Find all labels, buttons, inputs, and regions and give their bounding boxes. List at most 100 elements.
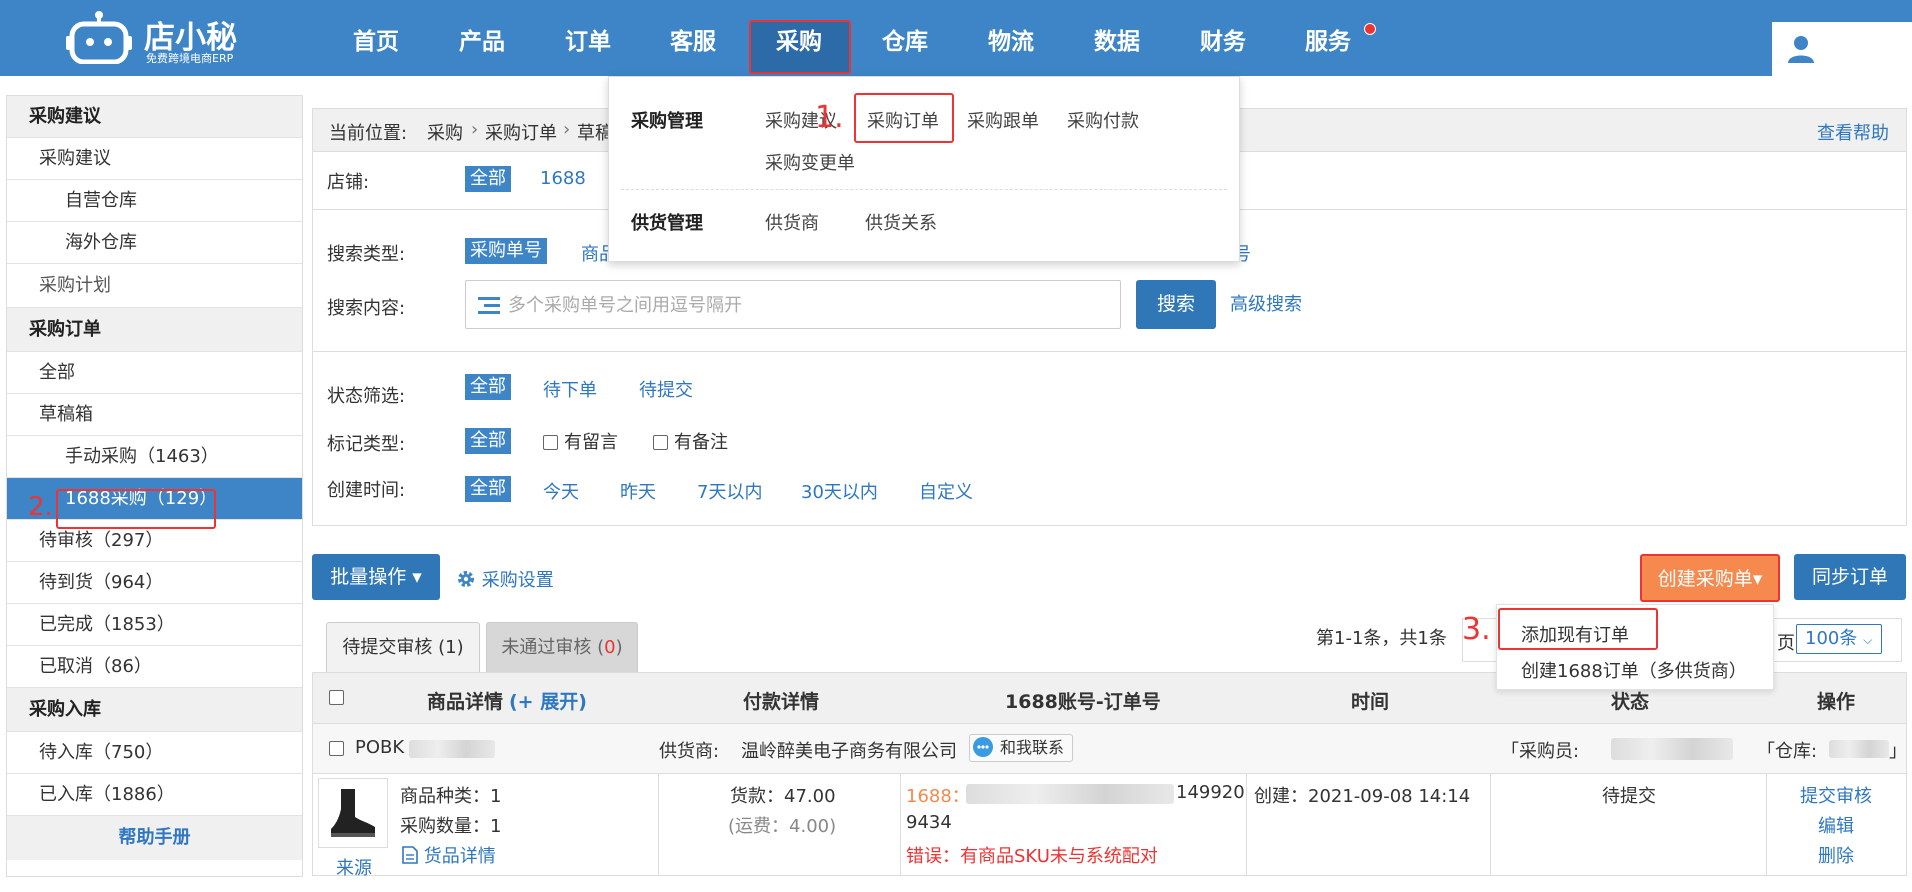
th-goods: 商品详情 (427, 691, 504, 713)
nav-service[interactable]: 客服 (670, 24, 716, 60)
th-account-order: 1688账号-订单号 (1005, 691, 1161, 713)
sidebar-item-to-inbound[interactable]: 待入库（750） (7, 732, 302, 774)
th-operations: 操作 (1817, 691, 1856, 713)
nav-home[interactable]: 首页 (353, 24, 399, 60)
checkbox[interactable] (653, 435, 668, 450)
submenu-create-1688[interactable]: 创建1688订单（多供货商） (1521, 657, 1747, 683)
sidebar: 采购建议 采购建议 自营仓库 海外仓库 采购计划 采购订单 全部 草稿箱 手动采… (6, 95, 303, 877)
order-no-line2: 9434 (906, 812, 952, 833)
delete-link[interactable]: 删除 (1818, 842, 1854, 868)
tab-pending-submit[interactable]: 待提交审核 (1) (326, 622, 480, 672)
sync-orders-button[interactable]: 同步订单 (1794, 554, 1906, 600)
buyer-label: 「采购员: (1501, 741, 1580, 762)
submit-review-link[interactable]: 提交审核 (1800, 782, 1872, 808)
tab-rejected-suffix: ) (615, 637, 623, 658)
search-input[interactable] (508, 291, 1108, 319)
contact-seller-button[interactable]: 和我联系 (969, 734, 1074, 762)
menu-item-payment[interactable]: 采购付款 (1067, 107, 1139, 133)
mark-all-tag[interactable]: 全部 (465, 428, 511, 454)
th-expand-toggle[interactable]: (+ 展开) (509, 687, 587, 714)
sidebar-item-awaiting-arrival[interactable]: 待到货（964） (7, 562, 302, 604)
step1-highlight (854, 93, 954, 143)
advanced-search-link[interactable]: 高级搜索 (1230, 290, 1302, 316)
sidebar-item-plan[interactable]: 采购计划 (7, 264, 302, 308)
edit-link[interactable]: 编辑 (1818, 812, 1854, 838)
sidebar-section-orders[interactable]: 采购订单 (7, 308, 302, 352)
sidebar-section-inbound[interactable]: 采购入库 (7, 688, 302, 732)
nav-purchase[interactable]: 采购 (776, 24, 822, 60)
shop-1688-option[interactable]: 1688 (540, 168, 586, 189)
top-navbar: 店小秘 免费跨境电商ERP 首页 产品 订单 客服 采购 仓库 物流 数据 财务… (0, 0, 1912, 76)
mark-option-remark[interactable]: 有备注 (653, 428, 728, 454)
col-divider (1246, 774, 1247, 876)
blurred-buyer (1611, 738, 1733, 760)
sidebar-item-completed[interactable]: 已完成（1853） (7, 604, 302, 646)
sidebar-item-own-warehouse[interactable]: 自营仓库 (7, 180, 302, 222)
status-option-to-order[interactable]: 待下单 (543, 376, 597, 402)
breadcrumb-sep: › (563, 119, 571, 140)
search-button[interactable]: 搜索 (1136, 280, 1216, 329)
mark-option-message[interactable]: 有留言 (543, 428, 618, 454)
menu-item-supply-relations[interactable]: 供货关系 (865, 209, 937, 235)
time-all-tag[interactable]: 全部 (465, 476, 511, 502)
sidebar-section-suggestion[interactable]: 采购建议 (7, 96, 302, 138)
page-size-select[interactable]: 100条 ⌵ (1796, 624, 1882, 654)
nav-logistics[interactable]: 物流 (988, 24, 1034, 60)
select-all-checkbox[interactable] (329, 690, 344, 705)
goods-detail-link[interactable]: 货品详情 (402, 842, 496, 868)
account-prefix: 1688： (906, 786, 970, 807)
menu-item-follow-up[interactable]: 采购跟单 (967, 107, 1039, 133)
shop-all-tag[interactable]: 全部 (465, 166, 511, 192)
help-manual-link[interactable]: 帮助手册 (7, 816, 302, 860)
nav-services[interactable]: 服务 (1305, 24, 1351, 60)
time-label: 创建时间: (327, 480, 406, 501)
purchase-settings-label: 采购设置 (481, 570, 554, 591)
sidebar-item-drafts[interactable]: 草稿箱 (7, 394, 302, 436)
source-link[interactable]: 来源 (336, 854, 372, 880)
user-menu[interactable] (1772, 22, 1912, 76)
time-option-today[interactable]: 今天 (543, 478, 579, 504)
sidebar-item-manual[interactable]: 手动采购（1463） (7, 436, 302, 478)
create-purchase-order-button[interactable]: 创建采购单▾ (1640, 554, 1780, 602)
menu-item-suppliers[interactable]: 供货商 (765, 209, 819, 235)
sidebar-item-suggestion[interactable]: 采购建议 (7, 138, 302, 180)
sidebar-item-inbounded[interactable]: 已入库（1886） (7, 774, 302, 816)
product-thumbnail[interactable] (318, 778, 388, 848)
breadcrumb-purchase[interactable]: 采购 (427, 119, 463, 145)
sidebar-item-cancelled[interactable]: 已取消（86） (7, 646, 302, 688)
search-type-active-tag[interactable]: 采购单号 (465, 238, 547, 264)
nav-data[interactable]: 数据 (1094, 24, 1140, 60)
status-all-tag[interactable]: 全部 (465, 374, 511, 400)
breadcrumb-orders[interactable]: 采购订单 (485, 119, 557, 145)
time-option-30days[interactable]: 30天以内 (801, 478, 878, 504)
nav-orders[interactable]: 订单 (565, 24, 611, 60)
nav-finance[interactable]: 财务 (1200, 24, 1246, 60)
nav-warehouse[interactable]: 仓库 (882, 24, 928, 60)
breadcrumb-sep: › (471, 119, 479, 140)
sidebar-item-overseas-warehouse[interactable]: 海外仓库 (7, 222, 302, 264)
batch-actions-button[interactable]: 批量操作 ▾ (312, 554, 440, 600)
order-checkbox[interactable] (329, 741, 344, 756)
chevron-down-icon: ⌵ (1863, 633, 1873, 647)
list-lines-icon (478, 297, 500, 314)
tab-rejected[interactable]: 未通过审核 (0) (486, 622, 638, 672)
status-filter-panel: 状态筛选: 全部 待下单 待提交 标记类型: 全部 有留言 有备注 创建时间: … (312, 352, 1907, 526)
status-option-to-submit[interactable]: 待提交 (639, 376, 693, 402)
mark-option-remark-label: 有备注 (674, 432, 728, 453)
menu-item-change-order[interactable]: 采购变更单 (765, 149, 855, 175)
purchase-settings-link[interactable]: 采购设置 (456, 566, 554, 592)
view-help-link[interactable]: 查看帮助 (1817, 119, 1889, 145)
created-time: 创建：2021-09-08 14:14 (1254, 786, 1471, 807)
search-box[interactable] (465, 280, 1121, 329)
nav-products[interactable]: 产品 (459, 24, 505, 60)
gear-icon (458, 571, 474, 587)
time-option-7days[interactable]: 7天以内 (697, 478, 762, 504)
blurred-order-id (409, 740, 495, 758)
robot-logo-icon (66, 11, 132, 64)
checkbox[interactable] (543, 435, 558, 450)
sidebar-item-all[interactable]: 全部 (7, 352, 302, 394)
time-option-custom[interactable]: 自定义 (919, 478, 973, 504)
time-option-yesterday[interactable]: 昨天 (620, 478, 656, 504)
brand-logo[interactable]: 店小秘 免费跨境电商ERP (66, 4, 256, 70)
payment-freight: (运费：4.00) (728, 816, 837, 837)
